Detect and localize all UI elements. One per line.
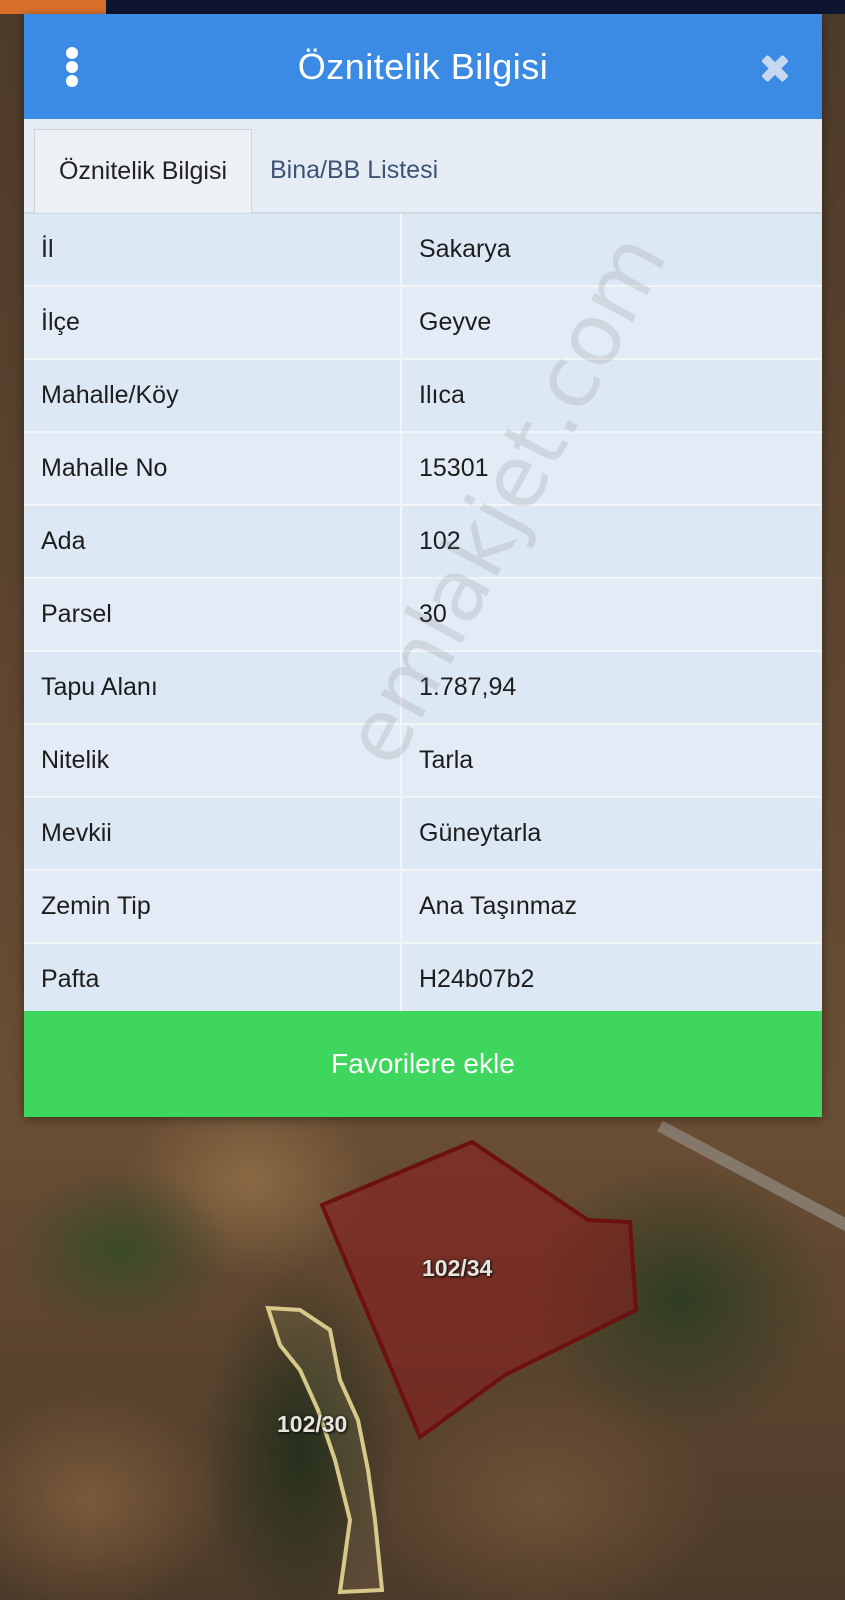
tab-bar: Öznitelik Bilgisi Bina/BB Listesi [24,119,822,214]
tab-building-list[interactable]: Bina/BB Listesi [270,129,438,212]
attribute-value: Tarla [401,724,822,798]
attribute-info-dialog: Öznitelik Bilgisi Öznitelik Bilgisi Bina… [24,14,822,1117]
attribute-value: 1.787,94 [401,651,822,725]
attribute-key: Zemin Tip [24,870,402,944]
attribute-key: Pafta [24,943,402,1017]
attribute-value: Ana Taşınmaz [401,870,822,944]
parcel-label-102-34: 102/34 [422,1255,493,1281]
attribute-key: İl [24,214,402,287]
attribute-value: 102 [401,505,822,579]
table-row: Mahalle/Köy Ilıca [24,359,822,433]
table-row: İl Sakarya [24,214,822,287]
table-row: Zemin Tip Ana Taşınmaz [24,870,822,944]
attribute-key: Parsel [24,578,402,652]
close-icon[interactable] [754,48,794,88]
parcel-label-102-30: 102/30 [277,1411,348,1437]
table-row: Ada 102 [24,505,822,579]
parcel-102-34-shape[interactable] [319,1139,639,1441]
attribute-table: İl Sakarya İlçe Geyve Mahalle/Köy Ilıca Mahall… [24,214,822,1017]
attribute-key: Mahalle/Köy [24,359,402,433]
attribute-key: Mahalle No [24,432,402,506]
table-row: İlçe Geyve [24,286,822,360]
table-row: Tapu Alanı 1.787,94 [24,651,822,725]
attribute-key: Tapu Alanı [24,651,402,725]
attribute-key: Mevkii [24,797,402,871]
tab-attribute-info[interactable]: Öznitelik Bilgisi [34,129,252,213]
dialog-header: Öznitelik Bilgisi [24,14,822,119]
attribute-value: Güneytarla [401,797,822,871]
table-row: Parsel 30 [24,578,822,652]
table-row: Pafta H24b07b2 [24,943,822,1017]
table-row: Mahalle No 15301 [24,432,822,506]
attribute-value: 30 [401,578,822,652]
table-row: Nitelik Tarla [24,724,822,798]
dialog-title: Öznitelik Bilgisi [297,45,549,87]
attribute-value: H24b07b2 [401,943,822,1017]
vertical-dots-icon[interactable] [64,47,80,87]
add-to-favorites-button[interactable]: Favorilere ekle [24,1011,822,1117]
attribute-key: Ada [24,505,402,579]
attribute-value: Ilıca [401,359,822,433]
attribute-key: İlçe [24,286,402,360]
attribute-value: Geyve [401,286,822,360]
attribute-value: 15301 [401,432,822,506]
table-row: Mevkii Güneytarla [24,797,822,871]
parcel-102-30-shape[interactable] [265,1305,385,1595]
attribute-value: Sakarya [401,214,822,287]
attribute-key: Nitelik [24,724,402,798]
